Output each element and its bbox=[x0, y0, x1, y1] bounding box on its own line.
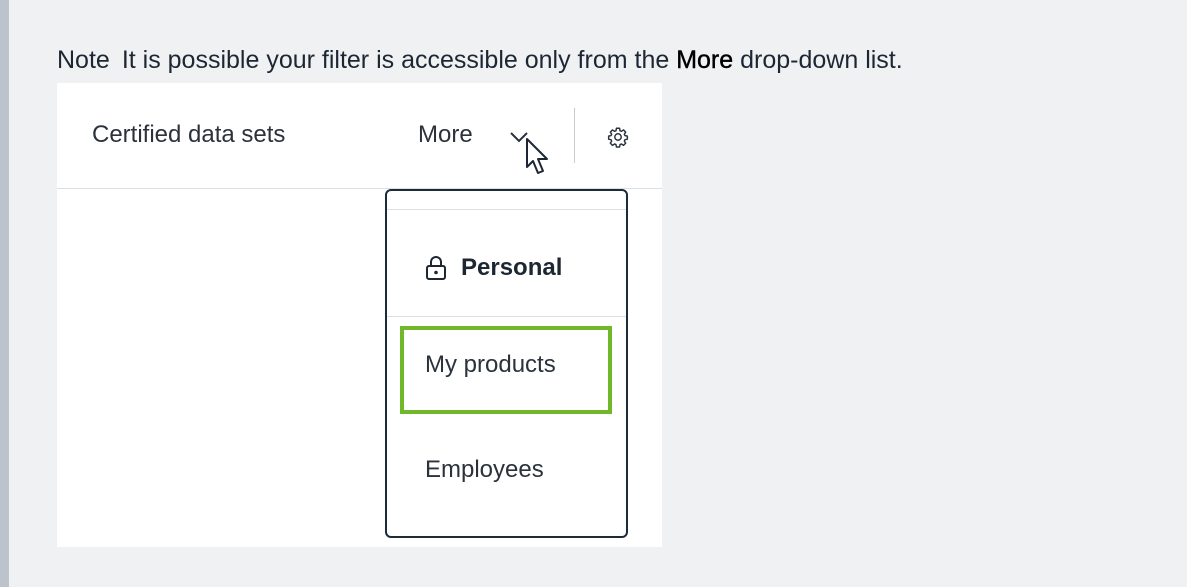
more-dropdown-menu: Personal My products Employees bbox=[385, 189, 628, 538]
dropdown-item-employees[interactable]: Employees bbox=[425, 456, 544, 484]
note-label: Note bbox=[57, 46, 110, 74]
mouse-pointer-icon bbox=[526, 138, 548, 174]
tab-bar: Certified data sets More bbox=[57, 83, 662, 189]
note-emphasis-more: More bbox=[676, 46, 734, 74]
dropdown-separator bbox=[387, 316, 626, 317]
dropdown-item-my-products[interactable]: My products bbox=[425, 351, 556, 379]
dropdown-section-personal: Personal bbox=[425, 253, 562, 283]
dropdown-separator bbox=[387, 209, 626, 210]
tab-more-dropdown[interactable]: More bbox=[418, 121, 473, 149]
lock-icon bbox=[426, 256, 446, 280]
screenshot-panel: Certified data sets More Personal My pro… bbox=[57, 83, 662, 547]
tab-certified-data-sets[interactable]: Certified data sets bbox=[92, 121, 285, 149]
note-text-after: drop-down list. bbox=[733, 46, 903, 74]
gear-icon[interactable] bbox=[607, 126, 629, 148]
note-paragraph: Note It is possible your filter is access… bbox=[57, 42, 903, 78]
note-accent-bar bbox=[0, 0, 9, 587]
dropdown-section-label: Personal bbox=[461, 254, 563, 281]
note-text-before: It is possible your filter is accessible… bbox=[121, 46, 677, 74]
tab-divider bbox=[574, 108, 575, 163]
